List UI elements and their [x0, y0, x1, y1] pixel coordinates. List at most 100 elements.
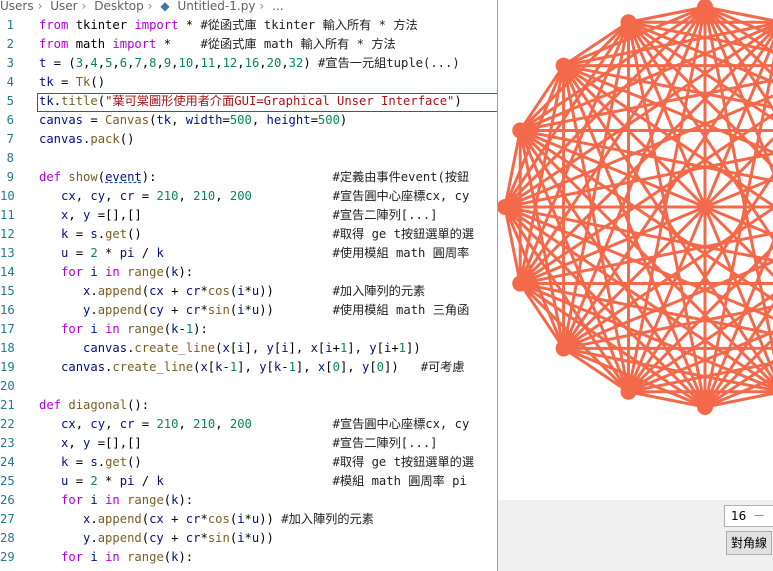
code-text: for i in range(k): — [61, 265, 194, 279]
code-line[interactable]: 2 from math import * #從函式庫 math 輸入所有 * 方法 — [0, 35, 500, 54]
line-number: 23 — [0, 436, 15, 450]
drawing-canvas[interactable] — [498, 0, 773, 500]
line-number: 18 — [0, 341, 15, 355]
vertex-dot — [512, 122, 529, 139]
code-text: from math import * #從函式庫 math 輸入所有 * 方法 — [39, 37, 396, 51]
line-number: 6 — [6, 113, 14, 127]
vertex-dot — [697, 399, 713, 415]
line-number: 21 — [0, 398, 15, 412]
code-text: u = 2 * pi / k #使用模組 math 圓周率 — [61, 246, 470, 260]
breadcrumb: Users › User › Desktop › ◆ Untitled-1.py › .… — [0, 0, 500, 14]
code-text: x.append(cx + cr*cos(i*u)) #加入陣列的元素 — [83, 512, 374, 526]
line-number: 22 — [0, 417, 15, 431]
code-text: cx, cy, cr = 210, 210, 200 #宣告圓中心座標cx, c… — [61, 417, 470, 431]
vertex-dot — [620, 383, 637, 400]
line-number: 5 — [6, 94, 14, 108]
breadcrumb-item[interactable]: ... — [272, 0, 283, 13]
code-text: x.append(cx + cr*cos(i*u)) #加入陣列的元素 — [83, 284, 426, 298]
code-text: tk = Tk() — [39, 75, 106, 89]
code-text: def diagonal(): — [39, 398, 150, 412]
code-line[interactable]: 26 for i in range(k): — [0, 491, 500, 510]
code-text: x, y =[],[] #宣告二陣列[...] — [61, 436, 438, 450]
code-text: k = s.get() #取得 ge t按鈕選單的選 — [61, 227, 475, 241]
code-line[interactable]: 4 tk = Tk() — [0, 73, 500, 92]
code-line[interactable]: 16 y.append(cy + cr*sin(i*u)) #使用模組 math… — [0, 301, 500, 320]
code-line[interactable]: 24 k = s.get() #取得 ge t按鈕選單的選 — [0, 453, 500, 472]
code-text: for i in range(k): — [61, 493, 194, 507]
code-text: x, y =[],[] #宣告二陣列[...] — [61, 208, 438, 222]
line-number: 28 — [0, 531, 15, 545]
code-line[interactable]: 28 y.append(cy + cr*sin(i*u)) — [0, 529, 500, 548]
line-number: 3 — [6, 56, 14, 70]
code-line[interactable]: 8 — [0, 149, 500, 168]
tk-window: 16 — 對角線 — [497, 0, 773, 571]
code-text: for i in range(k-1): — [61, 322, 208, 336]
code-text: from tkinter import * #從函式庫 tkinter 輸入所有… — [39, 18, 418, 32]
code-line[interactable]: 17 for i in range(k-1): — [0, 320, 500, 339]
chevron-right-icon: › — [81, 0, 87, 13]
code-line[interactable]: 18 canvas.create_line(x[i], y[i], x[i+1]… — [0, 339, 500, 358]
line-number: 2 — [6, 37, 14, 51]
code-line[interactable]: 23 x, y =[],[] #宣告二陣列[...] — [0, 434, 500, 453]
code-line[interactable]: 22 cx, cy, cr = 210, 210, 200 #宣告圓中心座標cx… — [0, 415, 500, 434]
code-text: for i in range(k): — [61, 550, 194, 564]
line-number: 9 — [6, 170, 14, 184]
line-number: 14 — [0, 265, 15, 279]
line-number: 8 — [6, 151, 14, 165]
line-number: 29 — [0, 550, 15, 564]
code-line[interactable]: 7 canvas.pack() — [0, 130, 500, 149]
code-text: canvas = Canvas(tk, width=500, height=50… — [39, 113, 348, 127]
code-line[interactable]: 6 canvas = Canvas(tk, width=500, height=5… — [0, 111, 500, 130]
code-line[interactable]: 5 tk.title("葉可棠圖形使用者介面GUI=Graphical Unser… — [0, 92, 500, 112]
line-number: 13 — [0, 246, 15, 260]
line-number: 4 — [6, 75, 14, 89]
line-number: 1 — [6, 18, 14, 32]
code-line[interactable]: 25 u = 2 * pi / k #模組 math 圓周率 pi — [0, 472, 500, 491]
code-line[interactable]: 27 x.append(cx + cr*cos(i*u)) #加入陣列的元素 — [0, 510, 500, 529]
vertex-dot — [620, 14, 637, 31]
line-number: 15 — [0, 284, 15, 298]
code-line[interactable]: 1 from tkinter import * #從函式庫 tkinter 輸入所… — [0, 16, 500, 35]
code-text: canvas.create_line(x[k-1], y[k-1], x[0],… — [61, 360, 465, 374]
code-line[interactable]: 11 x, y =[],[] #宣告二陣列[...] — [0, 206, 500, 225]
chevron-right-icon: › — [147, 0, 153, 13]
code-text: canvas.pack() — [39, 132, 135, 146]
code-line[interactable]: 15 x.append(cx + cr*cos(i*u)) #加入陣列的元素 — [0, 282, 500, 301]
code-line[interactable]: 21 def diagonal(): — [0, 396, 500, 415]
code-line[interactable]: 29 for i in range(k): — [0, 548, 500, 567]
breadcrumb-item[interactable]: Desktop — [94, 0, 144, 13]
chevron-right-icon: › — [259, 0, 265, 13]
line-number: 12 — [0, 227, 15, 241]
breadcrumb-item[interactable]: Untitled-1.py — [177, 0, 255, 13]
code-line[interactable]: 9 def show(event): #定義由事件event(按鈕 — [0, 168, 500, 187]
code-text: u = 2 * pi / k #模組 math 圓周率 pi — [61, 474, 467, 488]
breadcrumb-item[interactable]: User — [50, 0, 77, 13]
vertex-dot — [555, 340, 572, 357]
line-number: 26 — [0, 493, 15, 507]
code-text: canvas.create_line(x[i], y[i], x[i+1], y… — [83, 341, 421, 355]
current-line-highlight — [37, 93, 500, 112]
line-number: 16 — [0, 303, 15, 317]
code-editor[interactable]: 1 from tkinter import * #從函式庫 tkinter 輸入所… — [0, 14, 500, 571]
code-line[interactable]: 19 canvas.create_line(x[k-1], y[k-1], x[… — [0, 358, 500, 377]
line-number: 25 — [0, 474, 15, 488]
diagonal-button[interactable]: 對角線 — [726, 531, 772, 555]
line-number: 20 — [0, 379, 15, 393]
breadcrumb-item[interactable]: Users — [0, 0, 34, 13]
k-spinbox[interactable]: 16 — — [724, 505, 773, 527]
code-text: t = (3,4,5,6,7,8,9,10,11,12,16,20,32) #宣… — [39, 56, 460, 70]
code-text: k = s.get() #取得 ge t按鈕選單的選 — [61, 455, 475, 469]
spin-arrow-icon[interactable]: — — [754, 506, 764, 526]
code-line[interactable]: 12 k = s.get() #取得 ge t按鈕選單的選 — [0, 225, 500, 244]
line-number: 11 — [0, 208, 15, 222]
code-line[interactable]: 3 t = (3,4,5,6,7,8,9,10,11,12,16,20,32) #… — [0, 54, 500, 73]
code-line[interactable]: 13 u = 2 * pi / k #使用模組 math 圓周率 — [0, 244, 500, 263]
code-line[interactable]: 20 — [0, 377, 500, 396]
line-number: 17 — [0, 322, 15, 336]
line-number: 7 — [6, 132, 14, 146]
code-line[interactable]: 10 cx, cy, cr = 210, 210, 200 #宣告圓中心座標cx… — [0, 187, 500, 206]
python-file-icon: ◆ — [160, 0, 170, 13]
code-line[interactable]: 14 for i in range(k): — [0, 263, 500, 282]
code-text: def show(event): #定義由事件event(按鈕 — [39, 170, 470, 184]
code-text: y.append(cy + cr*sin(i*u)) — [83, 531, 274, 545]
